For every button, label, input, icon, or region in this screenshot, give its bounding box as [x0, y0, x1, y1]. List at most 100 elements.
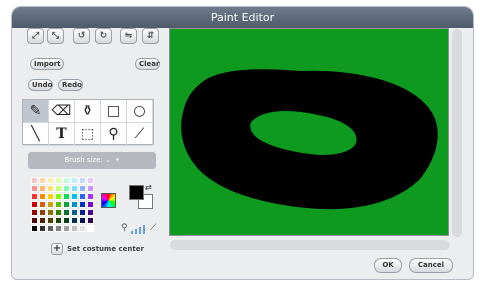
color-swatch[interactable]	[55, 225, 62, 232]
flip-vertical-button[interactable]: ⇵	[142, 28, 159, 44]
color-swatch[interactable]	[39, 217, 46, 224]
color-swatch[interactable]	[39, 193, 46, 200]
paint-bucket-icon: ⚱	[81, 103, 94, 119]
rotate-right-button[interactable]: ↻	[95, 28, 112, 44]
color-swatch[interactable]	[63, 193, 70, 200]
color-swatch[interactable]	[63, 185, 70, 192]
color-swatch[interactable]	[31, 177, 38, 184]
set-costume-center-label: Set costume center	[67, 245, 144, 253]
eyedropper-tool[interactable]: ⟋	[127, 123, 153, 146]
stamp-tool[interactable]: ⚲	[101, 123, 127, 146]
color-swatch[interactable]	[55, 177, 62, 184]
color-swatch[interactable]	[63, 217, 70, 224]
color-swatch[interactable]	[63, 177, 70, 184]
zoom-in-button[interactable]: ⤢	[27, 28, 44, 44]
color-swatch[interactable]	[71, 185, 78, 192]
color-swatch[interactable]	[31, 209, 38, 216]
canvas-drawing	[181, 69, 438, 210]
color-swatch[interactable]	[55, 193, 62, 200]
flip-horizontal-button[interactable]: ⇋	[120, 28, 137, 44]
color-swatch[interactable]	[87, 209, 94, 216]
color-swatch[interactable]	[71, 201, 78, 208]
color-swatch[interactable]	[31, 217, 38, 224]
text-tool[interactable]: T	[49, 123, 75, 146]
color-swatch[interactable]	[87, 201, 94, 208]
set-costume-center-button[interactable]: +	[51, 243, 63, 255]
color-swatch[interactable]	[63, 225, 70, 232]
color-swatch[interactable]	[71, 209, 78, 216]
color-swatch[interactable]	[87, 177, 94, 184]
color-swatch[interactable]	[71, 225, 78, 232]
brush-size-dot-icon: •	[113, 156, 120, 164]
rectangle-icon: □	[106, 103, 121, 119]
color-swatch[interactable]	[79, 225, 86, 232]
color-swatch[interactable]	[55, 217, 62, 224]
rotate-left-button[interactable]: ↺	[73, 28, 90, 44]
redo-button[interactable]: Redo	[58, 79, 83, 91]
plus-icon: +	[52, 243, 62, 254]
color-swatch[interactable]	[79, 209, 86, 216]
color-swatch[interactable]	[79, 217, 86, 224]
swap-colors-icon[interactable]: ⇄	[145, 183, 152, 192]
color-swatch[interactable]	[47, 209, 54, 216]
color-swatch[interactable]	[63, 201, 70, 208]
color-swatch[interactable]	[87, 225, 94, 232]
brush-size-bar[interactable]: Brush size: ⌄ •	[28, 152, 156, 169]
zoom-level-bars[interactable]	[131, 224, 148, 234]
color-swatch[interactable]	[47, 193, 54, 200]
color-swatch[interactable]	[47, 217, 54, 224]
color-swatch[interactable]	[71, 193, 78, 200]
color-swatch[interactable]	[71, 217, 78, 224]
eraser-tool[interactable]: ⌫	[49, 100, 75, 123]
eyedropper-small-icon[interactable]: ⟋	[150, 223, 156, 233]
vertical-scrollbar[interactable]	[452, 29, 462, 237]
paint-canvas[interactable]	[169, 28, 449, 236]
zoom-out-button[interactable]: ⤡	[47, 28, 64, 44]
color-swatch[interactable]	[31, 185, 38, 192]
undo-button[interactable]: Undo	[28, 79, 53, 91]
color-swatch[interactable]	[87, 193, 94, 200]
paintbrush-tool[interactable]: ✎	[23, 100, 49, 123]
color-swatch[interactable]	[55, 209, 62, 216]
line-tool[interactable]: ╲	[23, 123, 49, 146]
stamp-icon: ⚲	[108, 126, 119, 142]
line-icon: ╲	[31, 126, 40, 142]
color-swatch[interactable]	[79, 193, 86, 200]
color-swatch[interactable]	[31, 201, 38, 208]
color-swatch[interactable]	[47, 225, 54, 232]
color-swatch[interactable]	[39, 185, 46, 192]
color-swatch[interactable]	[39, 177, 46, 184]
ellipse-tool[interactable]: ○	[127, 100, 153, 123]
color-swatch[interactable]	[79, 177, 86, 184]
cancel-button[interactable]: Cancel	[409, 258, 453, 273]
color-swatch[interactable]	[87, 217, 94, 224]
ellipse-icon: ○	[133, 103, 146, 119]
color-swatch[interactable]	[79, 201, 86, 208]
color-swatch[interactable]	[63, 209, 70, 216]
color-swatch[interactable]	[87, 185, 94, 192]
color-swatch[interactable]	[71, 177, 78, 184]
color-swatch[interactable]	[39, 225, 46, 232]
color-swatch[interactable]	[39, 201, 46, 208]
clear-button[interactable]: Clear	[135, 58, 160, 70]
color-swatch[interactable]	[31, 225, 38, 232]
fill-tool[interactable]: ⚱	[75, 100, 101, 123]
rectangle-tool[interactable]: □	[101, 100, 127, 123]
zoom-out-icon: ⤡	[51, 31, 60, 41]
select-tool[interactable]: ⬚	[75, 123, 101, 146]
foreground-color-swatch[interactable]	[129, 185, 144, 200]
color-swatch[interactable]	[31, 193, 38, 200]
color-swatch[interactable]	[39, 209, 46, 216]
text-icon: T	[56, 126, 67, 142]
color-swatch[interactable]	[47, 185, 54, 192]
ok-button[interactable]: OK	[374, 258, 402, 273]
color-swatch[interactable]	[47, 201, 54, 208]
import-button[interactable]: Import	[30, 58, 64, 70]
color-spectrum-icon[interactable]	[101, 193, 116, 208]
color-swatch[interactable]	[79, 185, 86, 192]
color-swatch[interactable]	[55, 185, 62, 192]
color-swatch[interactable]	[55, 201, 62, 208]
horizontal-scrollbar[interactable]	[170, 240, 450, 250]
rotate-right-icon: ↻	[99, 31, 108, 41]
color-swatch[interactable]	[47, 177, 54, 184]
